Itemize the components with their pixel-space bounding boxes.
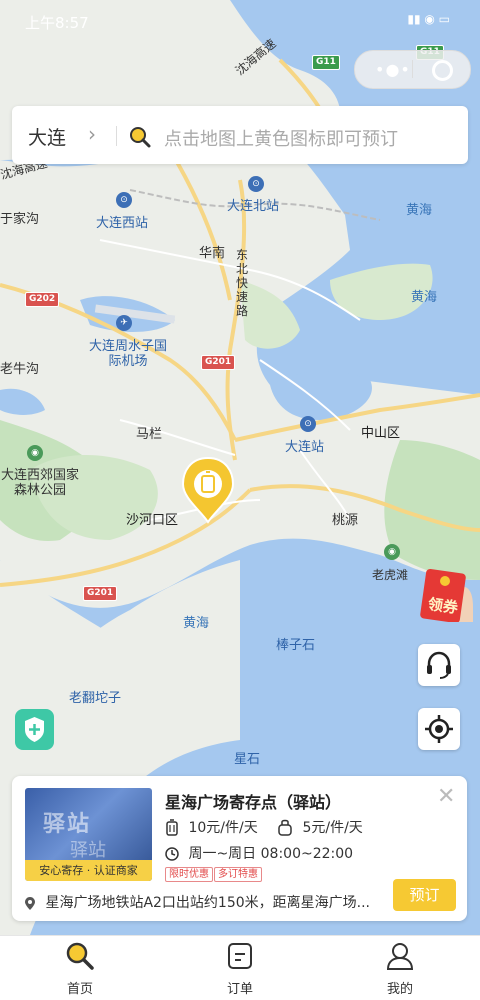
park-icon: ◉ [27,445,43,461]
shield-plus-icon [25,717,44,742]
map-label: 老翻坨子 [69,691,122,706]
price-small: 5元/件/天 [302,820,363,836]
tab-label: 我的 [386,982,413,997]
tab-profile[interactable]: 我的 [360,941,440,997]
search-bar: 大连 › 点击地图上黄色图标即可预订 [12,106,468,164]
map-label: 大连站 [285,440,325,455]
map-label: 大连周水子国际机场 [88,339,167,369]
map-label: 大连西站 [96,216,149,231]
map-label: 棒子石 [276,638,316,653]
price-large-row: 10元/件/天 [165,817,258,837]
train-station-icon: ⊙ [248,176,264,192]
highway-shield-g201: G201 [83,586,118,601]
tab-orders[interactable]: 订单 [200,941,280,997]
headset-icon [427,651,451,679]
search-icon [66,942,94,970]
status-indicators: ▮▮ ◉ ▭ [407,12,450,26]
map-label: 大连北站 [227,199,280,214]
map-label: 华南 [199,246,226,261]
search-placeholder[interactable]: 点击地图上黄色图标即可预订 [164,125,398,151]
map-label: 沙河口区 [126,513,179,528]
promo-badge: 多订特惠 [214,867,262,882]
map-label: 大连西郊国家森林公园 [0,468,79,498]
bottom-tab-bar: 首页 订单 我的 [0,935,480,1000]
hours-row: 周一~周日 08:00~22:00 [165,843,353,863]
address-row: 星海广场地铁站A2口出站约150米，距离星海广场... [24,892,384,912]
close-icon[interactable]: ✕ [437,784,455,809]
status-time: 上午8:57 [25,14,89,32]
insurance-button[interactable] [15,709,54,750]
city-selector[interactable]: 大连 [28,123,66,150]
chevron-right-icon[interactable]: › [88,122,96,146]
coupon-red-packet[interactable]: 领券 [418,567,473,624]
search-divider [116,126,117,146]
status-bar: 上午8:57 ▮▮ ◉ ▭ [0,0,480,40]
order-icon [228,943,252,969]
capsule-divider [412,60,413,78]
park-icon: ◉ [384,544,400,560]
store-photo: 驿站 驿站 安心寄存 · 认证商家 [25,788,152,881]
store-photo-text: 驿站 [43,812,92,837]
luggage-icon [166,819,178,836]
map-label: 老虎滩 [372,568,409,582]
store-address: 星海广场地铁站A2口出站约150米，距离星海广场... [45,895,371,911]
map-label: 黄海 [183,616,210,631]
tab-label: 订单 [226,982,253,997]
locate-icon [425,715,453,743]
book-button[interactable]: 预订 [393,879,456,911]
map-label: 黄海 [411,290,438,305]
airport-icon: ✈ [116,315,132,331]
tab-home[interactable]: 首页 [40,941,120,997]
train-station-icon: ⊙ [116,192,132,208]
store-photo-tag: 安心寄存 · 认证商家 [25,860,152,881]
search-icon [130,127,151,148]
promo-badge: 限时优惠 [165,867,213,882]
map-label: 东北快速路 [236,248,249,318]
location-icon [25,896,35,910]
highway-shield-g11: G11 [312,55,340,70]
coupon-label: 领券 [426,594,460,617]
map-label: 于家沟 [0,212,40,227]
bag-icon [278,819,292,836]
price-large: 10元/件/天 [188,820,258,836]
target-icon[interactable] [432,60,453,81]
train-station-icon: ⊙ [300,416,316,432]
map-label: 老牛沟 [0,362,40,377]
clock-icon [165,847,179,861]
user-icon [386,943,414,970]
map-label: 桃源 [332,513,359,528]
highway-shield-g201: G201 [201,355,236,370]
tab-label: 首页 [66,982,93,997]
price-small-row: 5元/件/天 [277,817,363,837]
more-dots-icon[interactable]: •●• [375,60,411,79]
customer-service-button[interactable] [418,644,460,686]
map-label: 马栏 [136,427,163,442]
store-title: 星海广场寄存点（驿站） [165,793,342,812]
store-card[interactable]: 驿站 驿站 安心寄存 · 认证商家 星海广场寄存点（驿站） ✕ 10元/件/天 … [12,776,467,921]
business-hours: 周一~周日 08:00~22:00 [188,846,354,862]
locate-me-button[interactable] [418,708,460,750]
map-label: 黄海 [406,203,433,218]
highway-shield-g202: G202 [25,292,60,307]
map-label: 中山区 [361,426,401,441]
miniapp-capsule: •●• [354,50,471,89]
store-photo-text: 驿站 [70,840,106,861]
map-label: 星石 [234,752,261,767]
